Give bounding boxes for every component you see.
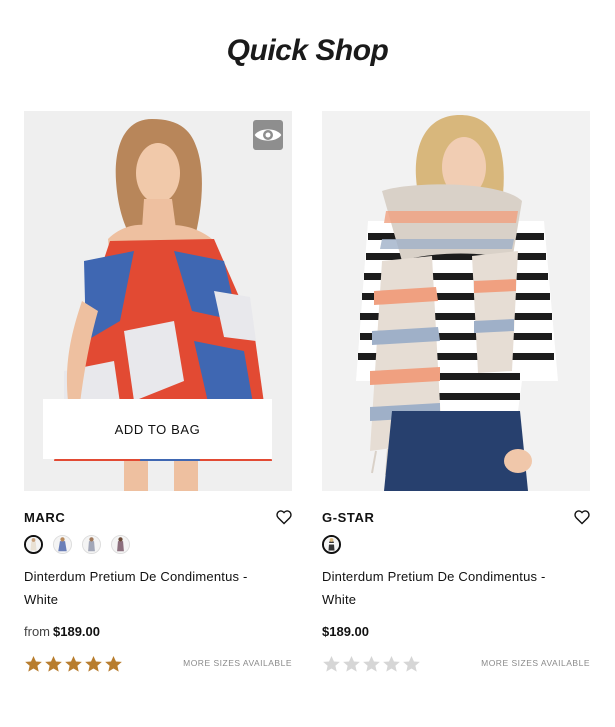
star-icon[interactable] xyxy=(322,655,341,673)
price-prefix: from xyxy=(24,624,50,639)
page-title: Quick Shop xyxy=(226,34,389,67)
star-icon[interactable] xyxy=(362,655,381,673)
product-name[interactable]: Dinterdum Pretium De Condimentus - White xyxy=(322,565,572,611)
product-name[interactable]: Dinterdum Pretium De Condimentus - White xyxy=(24,565,274,611)
color-swatch[interactable] xyxy=(53,535,72,554)
price-row: $189.00 xyxy=(322,624,590,642)
star-icon[interactable] xyxy=(382,655,401,673)
star-icon[interactable] xyxy=(64,655,83,673)
star-icon[interactable] xyxy=(24,655,43,673)
product-brand[interactable]: G-STAR xyxy=(322,511,590,525)
more-sizes-label: MORE SIZES AVAILABLE xyxy=(183,658,292,668)
eye-icon xyxy=(254,129,282,141)
star-icon[interactable] xyxy=(402,655,421,673)
product-image[interactable]: ADD TO BAG xyxy=(24,111,292,491)
price-row: from $189.00 xyxy=(24,624,292,642)
quick-view-button[interactable] xyxy=(253,120,283,150)
heart-icon[interactable] xyxy=(276,510,292,525)
color-swatch[interactable] xyxy=(82,535,101,554)
heart-icon[interactable] xyxy=(574,510,590,525)
color-swatches xyxy=(322,535,590,557)
product-brand[interactable]: MARC xyxy=(24,511,292,525)
star-icon[interactable] xyxy=(342,655,361,673)
product-price: $189.00 xyxy=(322,624,369,639)
color-swatch[interactable] xyxy=(322,535,341,554)
product-photo xyxy=(322,111,590,491)
product-card: G-STAR Dinterdum Pretium De Condimentus … xyxy=(322,111,590,674)
product-price: $189.00 xyxy=(53,624,100,639)
color-swatch[interactable] xyxy=(111,535,130,554)
star-icon[interactable] xyxy=(104,655,123,673)
more-sizes-label: MORE SIZES AVAILABLE xyxy=(481,658,590,668)
star-icon[interactable] xyxy=(44,655,63,673)
product-card: ADD TO BAG MARC Dinterdum Pretium De Con… xyxy=(24,111,292,674)
color-swatches xyxy=(24,535,292,557)
star-rating xyxy=(24,655,123,673)
star-rating xyxy=(322,655,421,673)
product-image[interactable] xyxy=(322,111,590,491)
add-to-bag-button[interactable]: ADD TO BAG xyxy=(43,399,272,459)
star-icon[interactable] xyxy=(84,655,103,673)
color-swatch[interactable] xyxy=(24,535,43,554)
